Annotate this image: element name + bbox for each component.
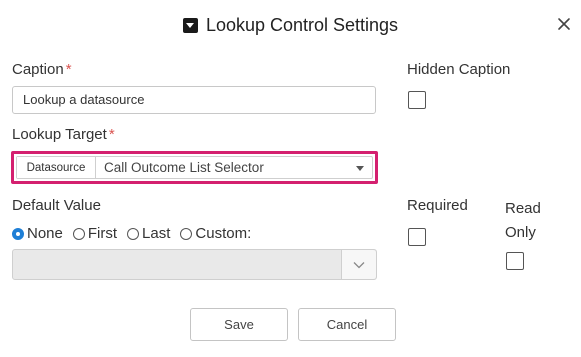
dialog-title: Lookup Control Settings (205, 14, 399, 35)
hidden-caption-label: Hidden Caption (407, 61, 511, 78)
save-button[interactable]: Save (190, 308, 288, 341)
read-only-checkbox[interactable] (506, 252, 524, 270)
read-only-label: Read Only (505, 197, 541, 245)
custom-default-dropdown-button (341, 250, 376, 279)
caption-label-text: Caption (12, 61, 64, 78)
caret-square-down-icon (182, 17, 198, 33)
caption-label: Caption * (12, 61, 72, 78)
radio-unselected-icon (72, 227, 85, 240)
radio-label: Last (142, 225, 171, 242)
radio-custom[interactable]: Custom: (180, 225, 251, 242)
radio-none[interactable]: None (12, 225, 63, 242)
dialog-header: Lookup Control Settings (0, 12, 581, 38)
read-only-label-line2: Only (505, 224, 536, 241)
default-value-label: Default Value (12, 197, 101, 214)
close-button[interactable] (555, 15, 573, 33)
caret-down-icon (356, 165, 364, 171)
hidden-caption-checkbox[interactable] (408, 91, 426, 109)
required-label: Required (407, 197, 468, 214)
close-icon (558, 18, 570, 30)
radio-first[interactable]: First (72, 225, 118, 242)
radio-unselected-icon (180, 227, 193, 240)
lookup-target-control: Datasource Call Outcome List Selector (16, 156, 373, 179)
radio-label: Custom: (195, 225, 252, 242)
read-only-label-line1: Read (505, 200, 541, 217)
custom-default-combobox (12, 249, 377, 280)
required-asterisk: * (108, 126, 115, 143)
lookup-target-label-text: Lookup Target (12, 126, 107, 143)
lookup-target-highlight: Datasource Call Outcome List Selector (11, 151, 378, 184)
required-asterisk: * (65, 61, 72, 78)
radio-selected-icon (12, 227, 24, 240)
caption-input[interactable]: Lookup a datasource (12, 86, 376, 114)
default-value-radio-group: None First Last Custom: (12, 225, 261, 242)
radio-last[interactable]: Last (127, 225, 170, 242)
required-checkbox[interactable] (408, 228, 426, 246)
cancel-button[interactable]: Cancel (298, 308, 396, 341)
datasource-type-button[interactable]: Datasource (17, 157, 96, 178)
custom-default-field (13, 250, 341, 279)
datasource-selected-value: Call Outcome List Selector (104, 160, 264, 175)
radio-unselected-icon (127, 227, 140, 240)
radio-label: First (87, 225, 118, 242)
lookup-target-label: Lookup Target * (12, 126, 115, 143)
chevron-down-icon (353, 261, 365, 268)
datasource-select[interactable]: Call Outcome List Selector (96, 157, 372, 178)
radio-label: None (27, 225, 63, 242)
